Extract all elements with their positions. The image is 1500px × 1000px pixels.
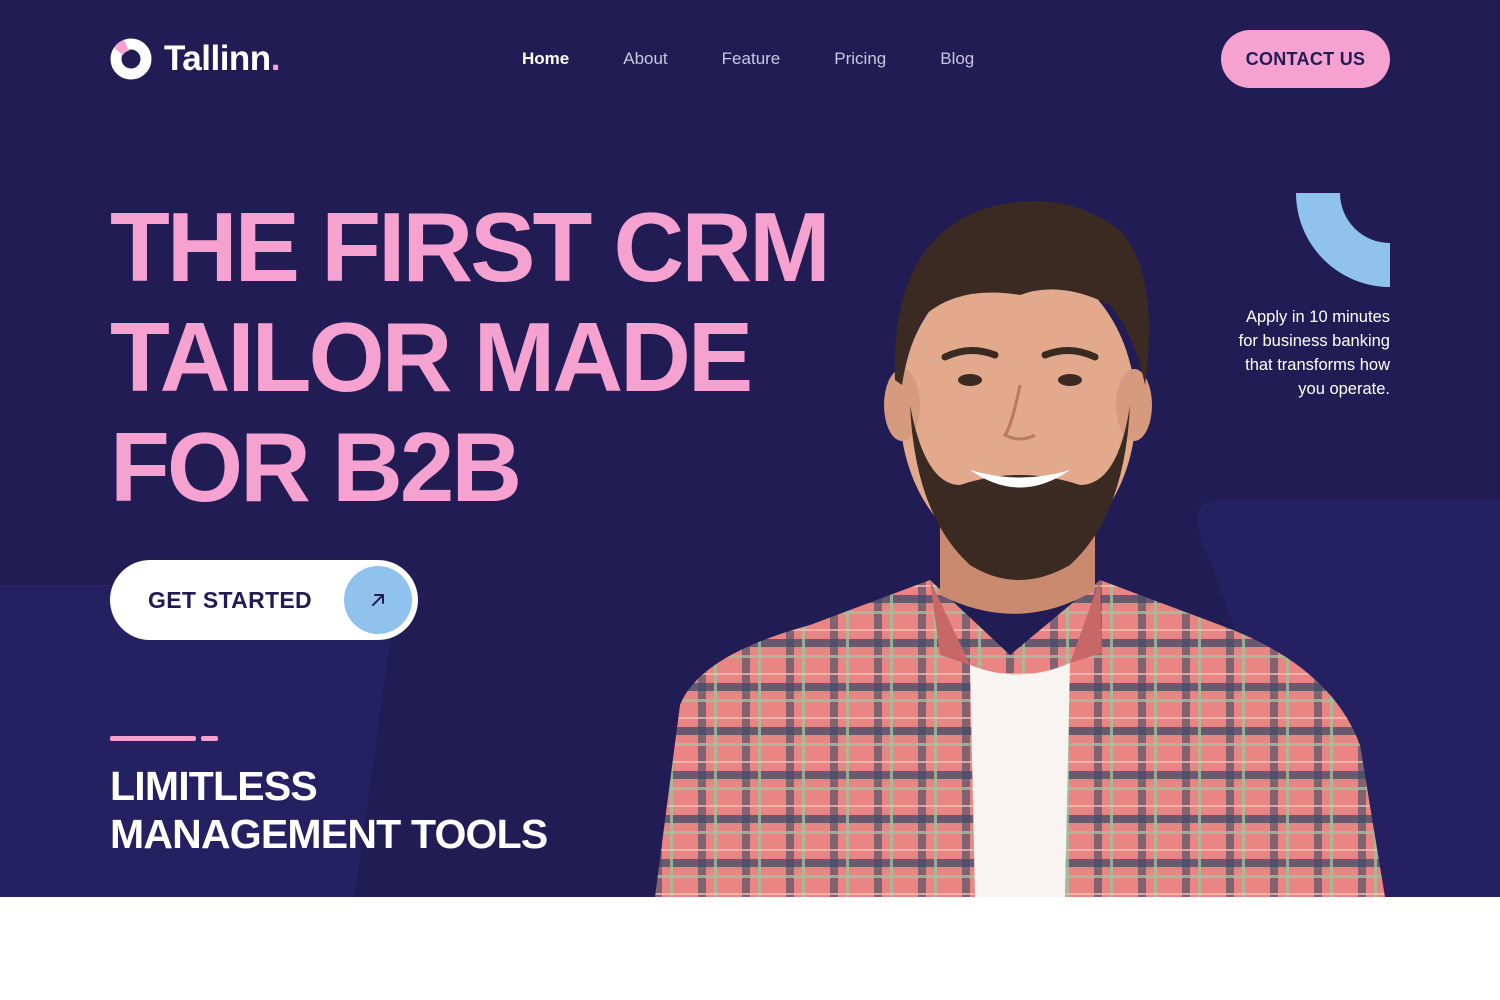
subheading-line: LIMITLESS xyxy=(110,763,318,809)
hero-section: Tallinn. Home About Feature Pricing Blog… xyxy=(0,0,1500,897)
subheading-line: MANAGEMENT TOOLS xyxy=(110,811,548,857)
accent-dash-small xyxy=(201,736,218,741)
apply-line: you operate. xyxy=(1298,380,1390,398)
brand-name: Tallinn. xyxy=(164,39,280,78)
get-started-label: GET STARTED xyxy=(148,587,312,613)
accent-dash xyxy=(110,736,196,741)
smiling-man-portrait xyxy=(655,201,1385,897)
main-nav: Home About Feature Pricing Blog xyxy=(522,48,1028,70)
get-started-button[interactable]: GET STARTED xyxy=(110,560,418,640)
nav-item-about[interactable]: About xyxy=(623,48,667,70)
apply-line: for business banking xyxy=(1238,332,1390,350)
apply-line: that transforms how xyxy=(1245,356,1390,374)
quarter-ring-shape xyxy=(1296,193,1390,287)
nav-item-blog[interactable]: Blog xyxy=(940,48,974,70)
apply-description: Apply in 10 minutes for business banking… xyxy=(1190,305,1390,401)
subheading: LIMITLESS MANAGEMENT TOOLS xyxy=(110,762,548,858)
arrow-up-right-icon xyxy=(344,566,412,634)
contact-us-button[interactable]: CONTACT US xyxy=(1221,30,1390,88)
nav-item-pricing[interactable]: Pricing xyxy=(834,48,886,70)
nav-item-home[interactable]: Home xyxy=(522,48,569,70)
apply-line: Apply in 10 minutes xyxy=(1246,308,1390,326)
brand-logo[interactable]: Tallinn. xyxy=(110,38,280,80)
nav-item-feature[interactable]: Feature xyxy=(722,48,781,70)
ring-logo-icon xyxy=(110,38,152,80)
